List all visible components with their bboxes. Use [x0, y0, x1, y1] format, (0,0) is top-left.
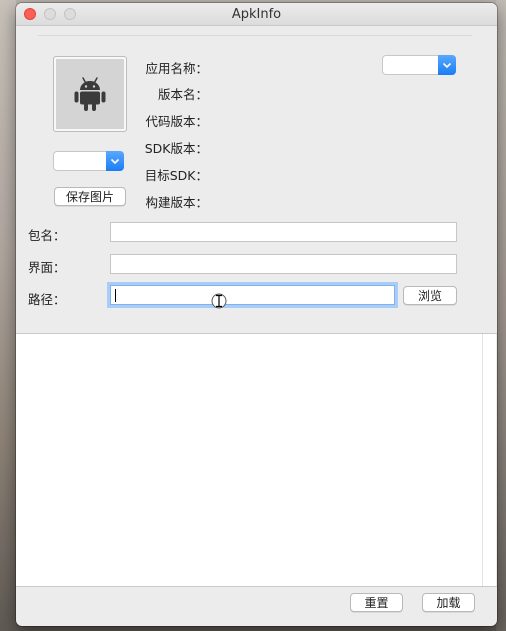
activity-field[interactable] — [110, 254, 457, 274]
desktop-background-right — [496, 0, 506, 631]
app-name-label: 应用名称： — [145, 61, 208, 76]
app-icon-well[interactable] — [53, 56, 127, 132]
save-image-button[interactable]: 保存图片 — [54, 187, 126, 206]
desktop-background-left — [0, 0, 16, 631]
text-caret — [115, 289, 116, 302]
activity-label: 界面： — [28, 260, 66, 275]
output-text-area[interactable] — [16, 333, 497, 587]
path-field[interactable] — [110, 285, 395, 305]
vertical-scrollbar[interactable] — [482, 334, 483, 586]
browse-button[interactable]: 浏览 — [403, 286, 457, 305]
ibeam-cursor-icon — [211, 293, 227, 309]
chevron-down-icon — [438, 55, 456, 75]
sdk-version-label: SDK版本： — [144, 141, 208, 156]
scrollbar-edge — [496, 334, 497, 586]
version-name-label: 版本名： — [157, 87, 208, 102]
language-select[interactable] — [382, 55, 456, 75]
package-label: 包名： — [28, 228, 66, 243]
build-version-label: 构建版本： — [145, 195, 208, 210]
version-code-label: 代码版本： — [145, 114, 208, 129]
app-window: ApkInfo 保存图片 应用名称： 版本名： 代码版本： SDK版本： 目标S… — [16, 3, 497, 626]
target-sdk-label: 目标SDK： — [144, 168, 208, 183]
window-title: ApkInfo — [231, 7, 282, 22]
path-label: 路径： — [28, 292, 66, 307]
top-separator — [38, 35, 472, 36]
load-button[interactable]: 加载 — [422, 593, 475, 612]
package-field[interactable] — [110, 222, 457, 242]
reset-button[interactable]: 重置 — [350, 593, 403, 612]
android-icon — [74, 77, 106, 111]
chevron-down-icon — [106, 151, 124, 171]
title-bar: ApkInfo — [16, 3, 497, 26]
icon-size-select[interactable] — [53, 151, 124, 171]
